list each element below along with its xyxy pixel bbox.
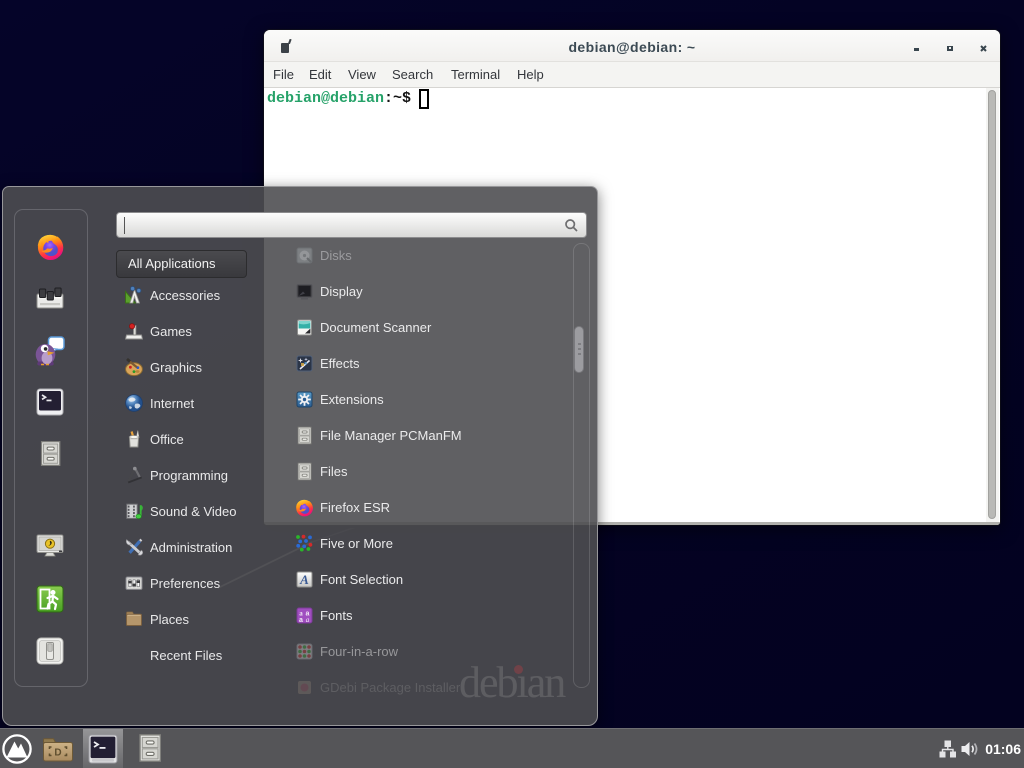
svg-text:a: a	[299, 617, 303, 624]
svg-text:a: a	[306, 616, 310, 624]
svg-text:A: A	[299, 572, 309, 587]
svg-text:D: D	[54, 748, 61, 759]
